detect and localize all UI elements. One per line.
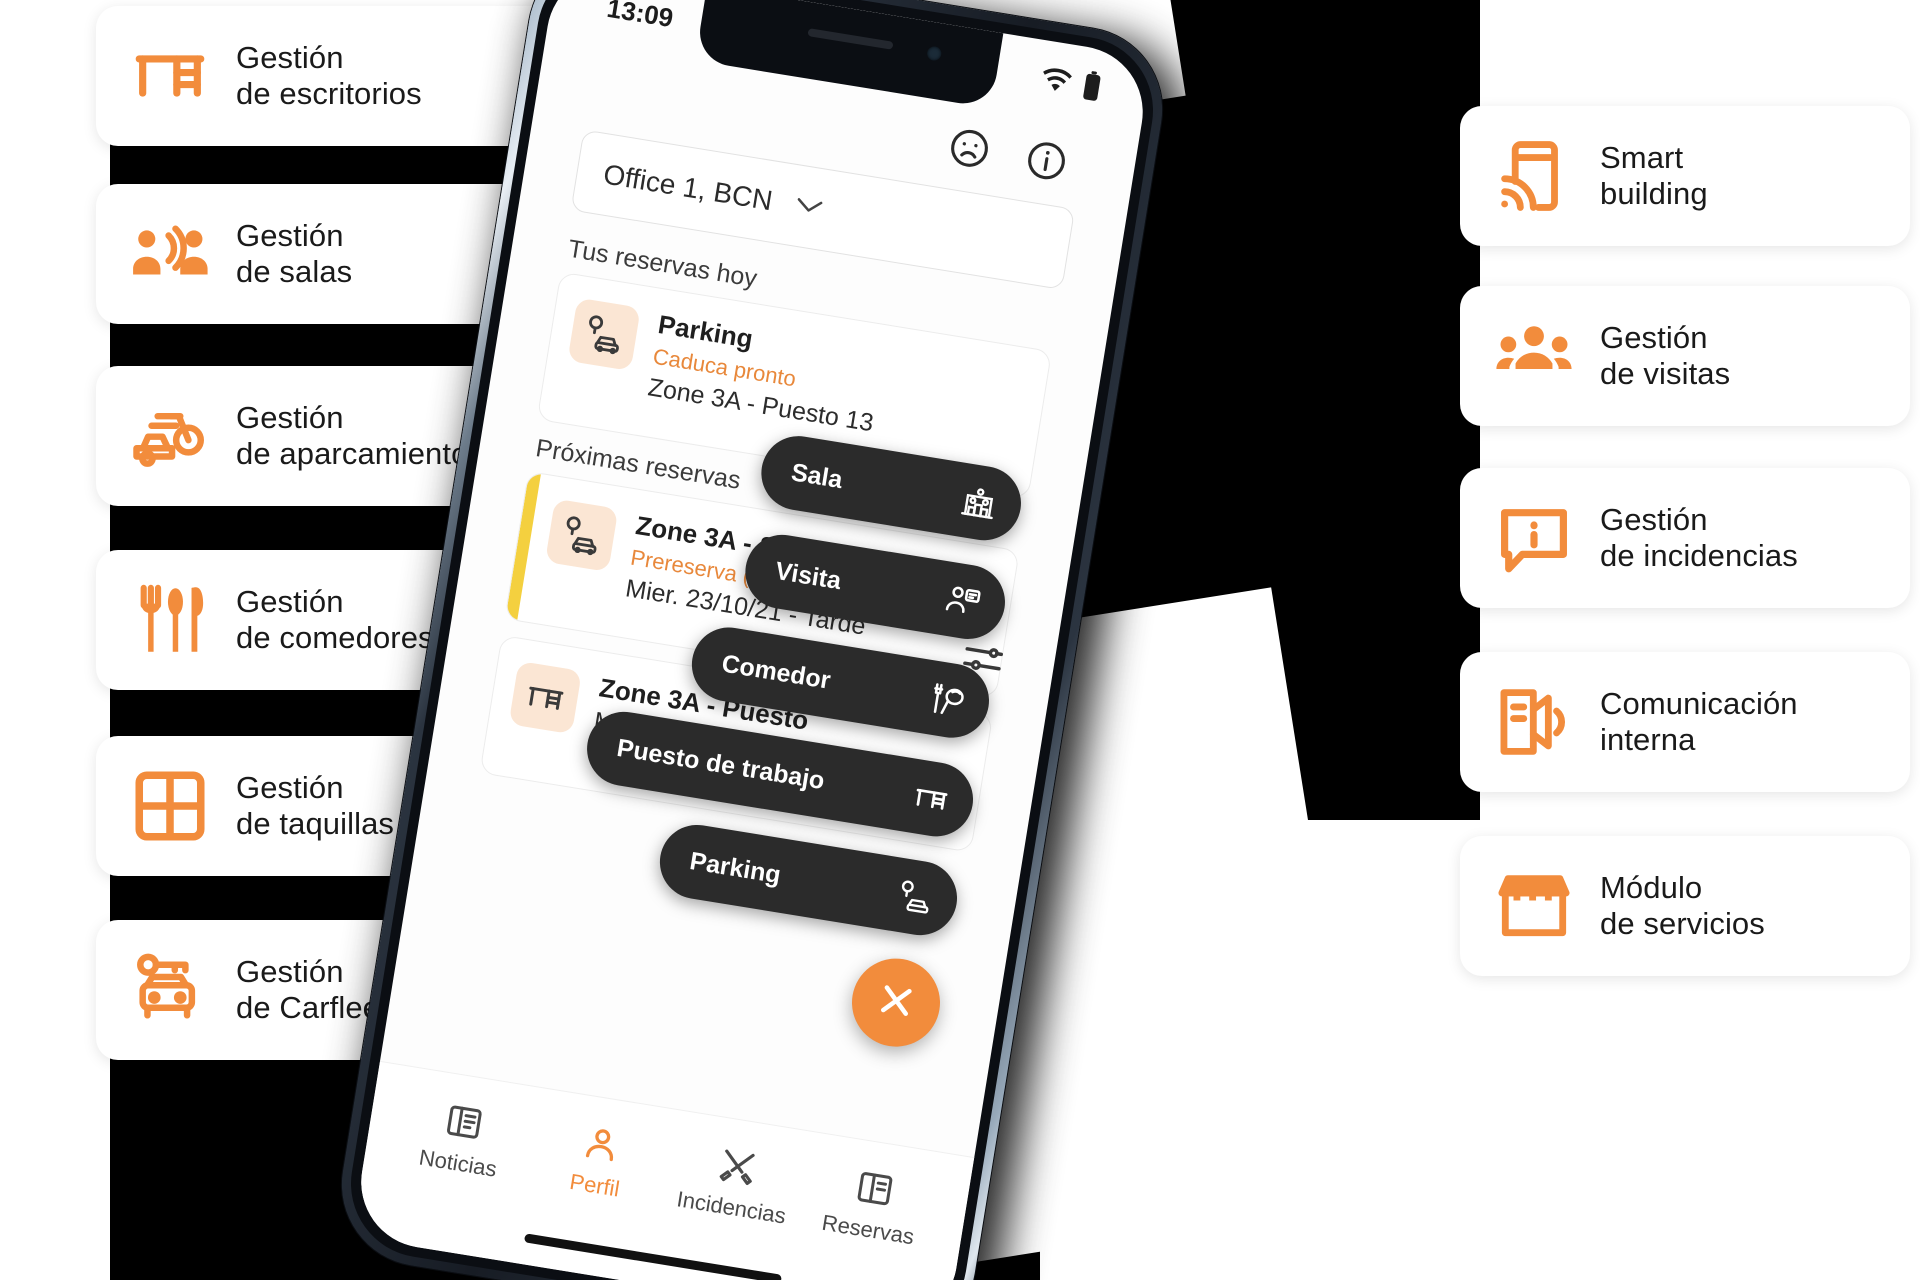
car-key-icon [122,942,218,1038]
feature-card-smart-building[interactable]: Smart building [1460,106,1910,246]
booking-icon [852,1166,898,1212]
reservation-text: Parking Caduca pronto Zone 3A - Puesto 1… [646,307,886,438]
feature-card-label: Smart building [1600,140,1708,211]
feature-card-visitas[interactable]: Gestión de visitas [1460,286,1910,426]
close-icon [872,976,921,1029]
dining-icon [924,677,970,723]
feature-card-servicios[interactable]: Módulo de servicios [1460,836,1910,976]
office-selector-value: Office 1, BCN [601,158,775,217]
battery-icon [1081,70,1104,102]
feature-card-label: Módulo de servicios [1600,870,1765,941]
person-icon [578,1121,624,1167]
chevron-down-icon [792,193,826,222]
parking-vehicles-icon [122,388,218,484]
backdrop-left [0,0,110,1280]
workstation-icon [908,776,954,822]
nav-item-reservas[interactable]: Reservas [798,1158,947,1254]
speed-dial-label: Visita [773,556,844,595]
speed-dial-label: Comedor [719,649,833,695]
info-icon[interactable] [1021,136,1071,186]
parking-pin-icon [892,874,938,920]
speed-dial-label: Puesto de trabajo [615,733,827,795]
visitor-badge-icon [940,578,986,624]
status-icons [1037,63,1103,103]
status-time: 13:09 [605,0,676,33]
nav-label: Noticias [417,1144,499,1182]
feature-card-label: Gestión de comedores [236,584,434,655]
cutlery-icon [122,572,218,668]
parking-pin-icon [567,297,641,372]
feature-card-label: Gestión de salas [236,218,353,289]
feature-card-label: Gestión de Carfleet [236,954,389,1025]
speed-dial-label: Parking [687,846,783,889]
fab-close-button[interactable] [845,952,947,1054]
earpiece-speaker [807,28,894,50]
mood-icon[interactable] [944,123,994,173]
feature-card-label: Gestión de taquillas [236,770,395,841]
feature-card-incidencias[interactable]: Gestión de incidencias [1460,468,1910,608]
feature-card-escritorios[interactable]: Gestión de escritorios [96,6,558,146]
visitors-group-icon [1486,308,1582,404]
speed-dial-label: Sala [789,457,845,494]
parking-pin-icon [544,498,619,573]
meeting-room-icon [122,206,218,302]
feature-card-label: Gestión de escritorios [236,40,422,111]
news-icon [442,1099,488,1145]
nav-item-incidencias[interactable]: Incidencias [661,1136,810,1232]
desk-icon [122,28,218,124]
feature-card-label: Gestión de aparcamientos [236,400,485,471]
incident-info-icon [1486,490,1582,586]
desk-small-icon [508,660,582,735]
smart-building-icon [1486,128,1582,224]
tools-icon [715,1144,761,1190]
room-people-icon [956,479,1002,525]
screenshot-root: Gestión de escritorios Gestión de salas [0,0,1920,1280]
nav-label: Incidencias [675,1186,788,1229]
nav-item-perfil[interactable]: Perfil [524,1113,673,1209]
status-stripe [505,472,541,621]
front-camera [926,45,943,62]
nav-label: Perfil [567,1168,622,1202]
home-indicator [523,1233,783,1280]
feature-card-comunicacion[interactable]: Comunicación interna [1460,652,1910,792]
nav-item-noticias[interactable]: Noticias [387,1091,536,1187]
feature-card-label: Gestión de visitas [1600,320,1731,391]
megaphone-icon [1486,674,1582,770]
lockers-grid-icon [122,758,218,854]
wifi-icon [1038,65,1076,96]
feature-card-label: Comunicación interna [1600,686,1798,757]
nav-label: Reservas [820,1209,916,1250]
bottom-navigation: Noticias Perfil Incidencias Reservas [351,1060,975,1280]
storefront-icon [1486,858,1582,954]
feature-card-label: Gestión de incidencias [1600,502,1798,573]
